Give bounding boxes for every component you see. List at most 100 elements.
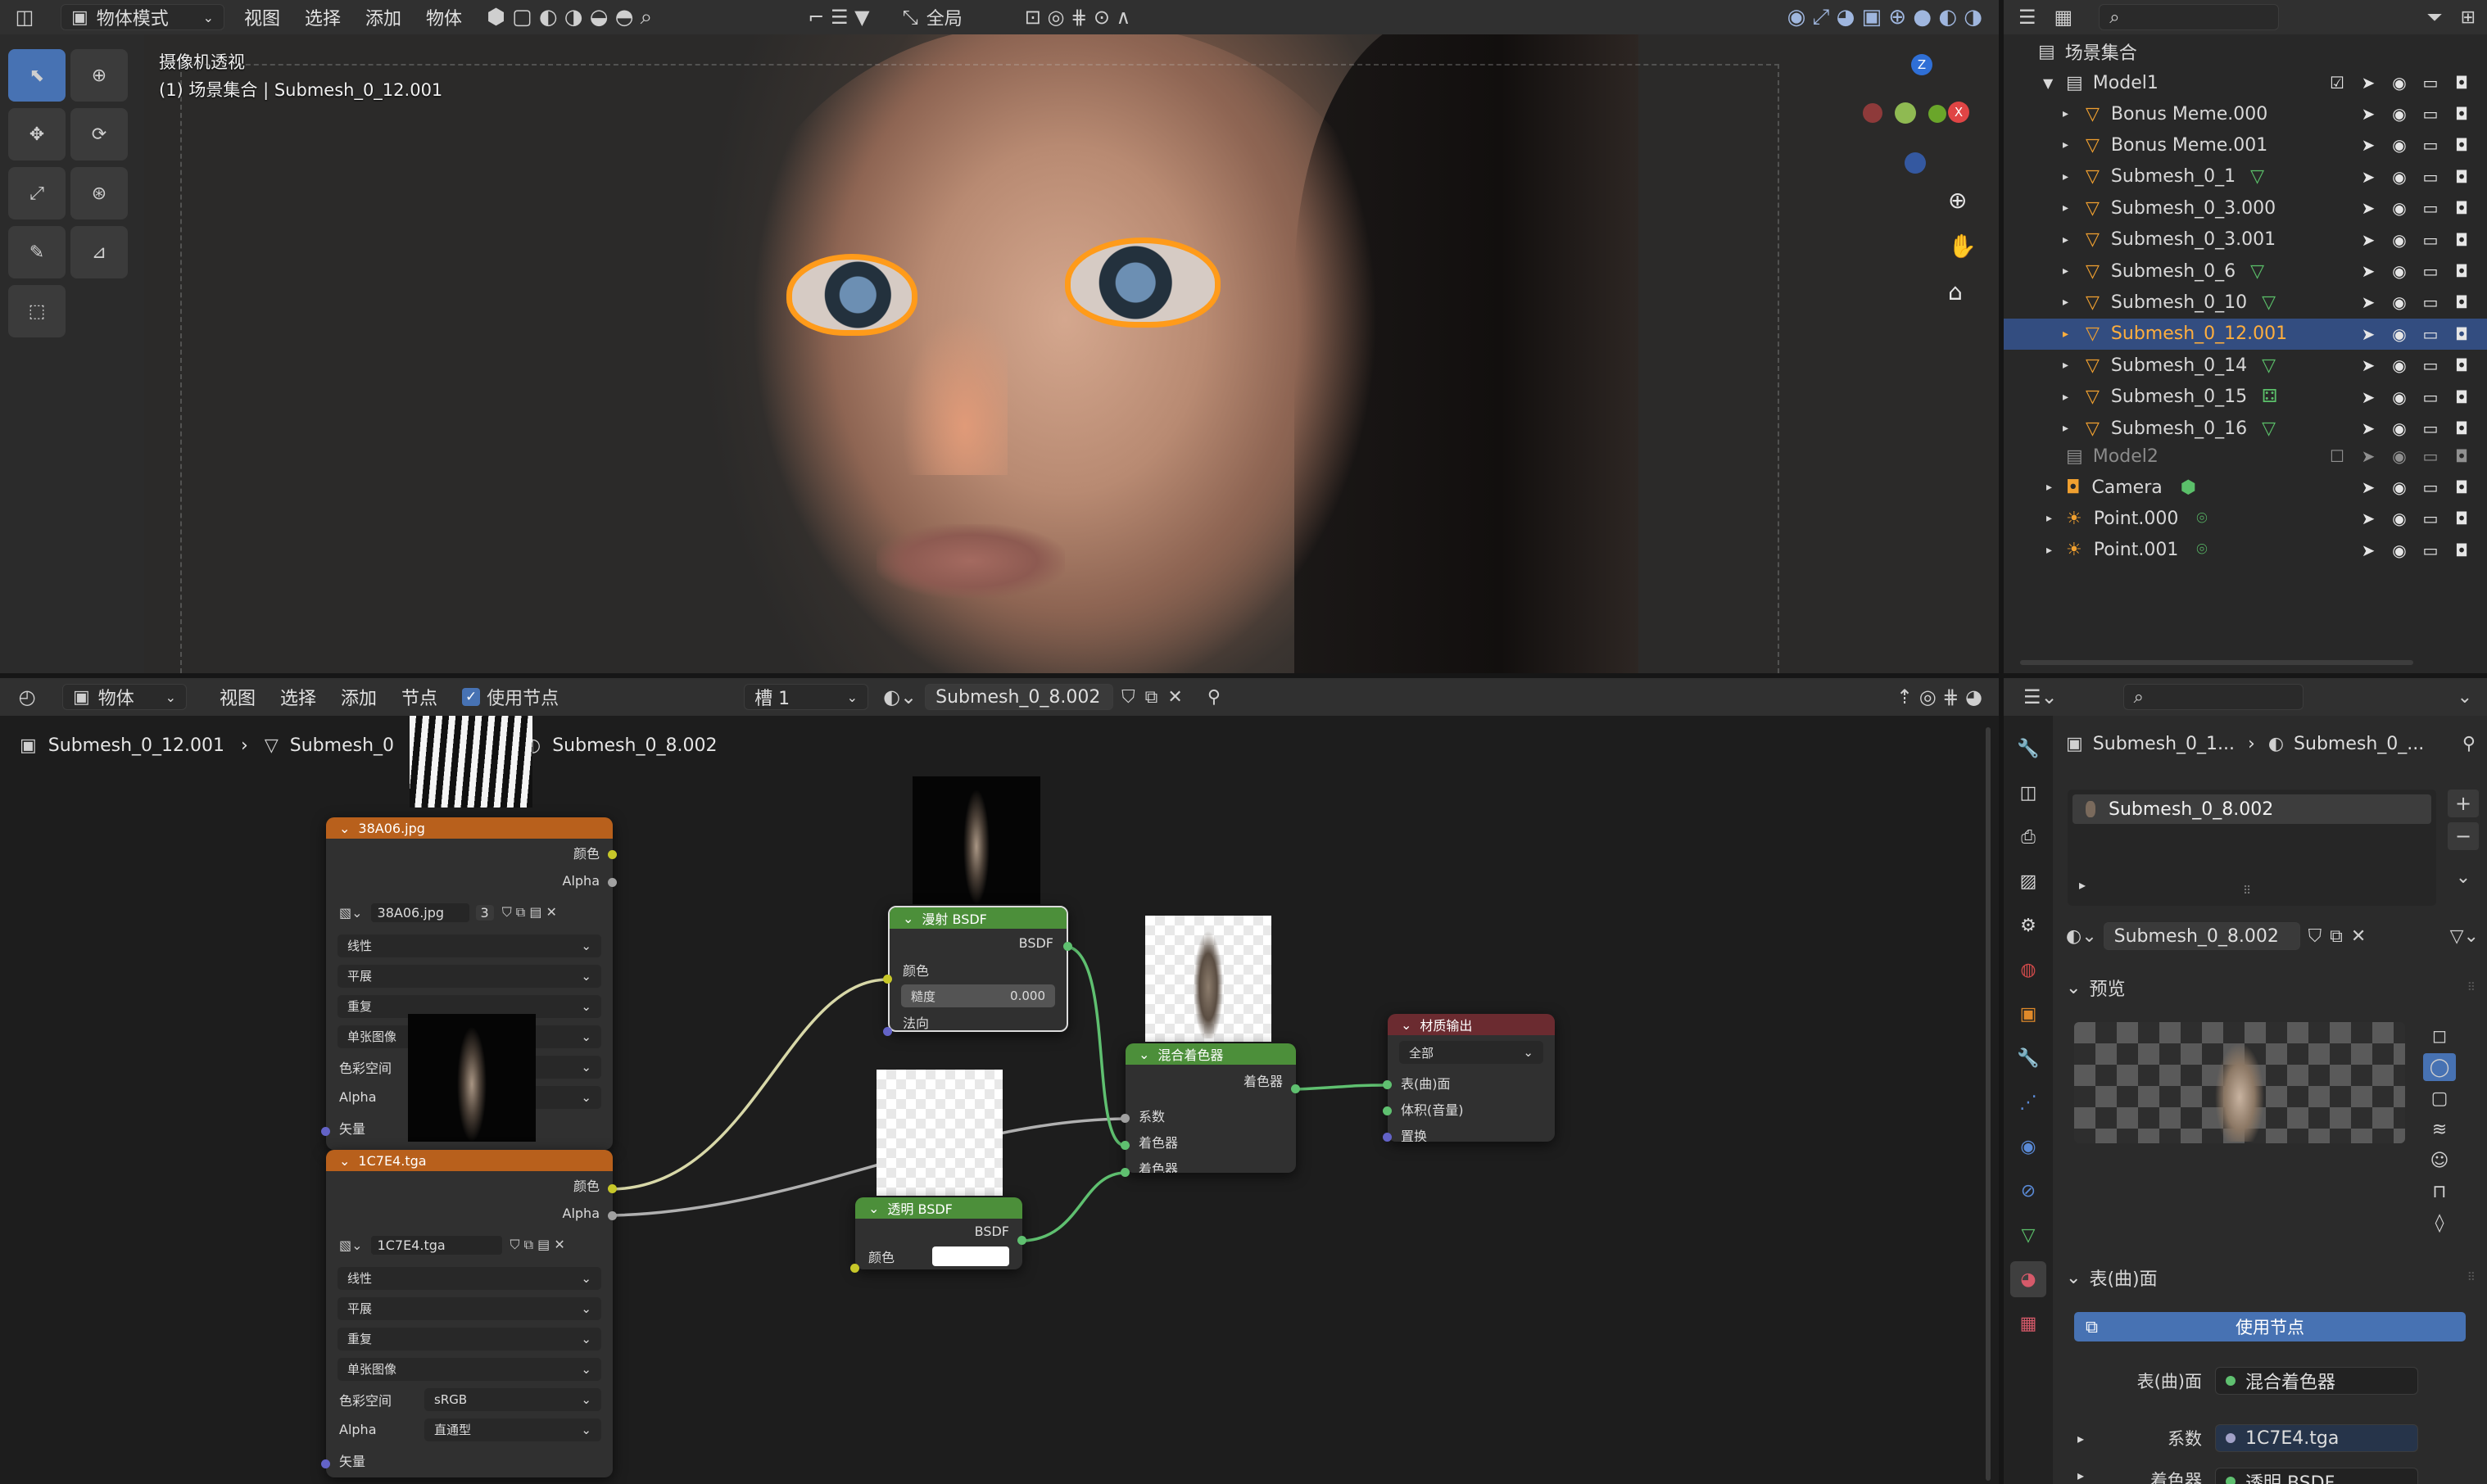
render-camera-icon[interactable]: ◘ [2451, 419, 2472, 438]
outliner-object[interactable]: ▸ ☀ Point.001 ⌾ ➤ ◉ ▭ ◘ [2004, 535, 2487, 566]
preview-flat-icon[interactable]: ◻ [2423, 1022, 2456, 1050]
shader-input-field[interactable]: 透明 BSDF [2215, 1468, 2418, 1484]
socket-img1-alpha[interactable] [608, 878, 617, 887]
visibility-toggles[interactable]: ☑ ➤ ◉ ▭ ◘ [2326, 67, 2487, 98]
node-actions-icons[interactable]: ⛉ ⧉ ▤ ✕ [510, 1237, 565, 1253]
monitor-icon[interactable]: ▭ [2420, 324, 2441, 344]
node-transparent-bsdf[interactable]: ⌄ 透明 BSDF BSDF 颜色 [855, 1197, 1022, 1269]
socket-img2-color[interactable] [608, 1184, 617, 1193]
visibility-toggles[interactable]: ➤ ◉ ▭ ◘ [2358, 192, 2487, 224]
texture-tab-icon[interactable]: ▦ [2010, 1305, 2046, 1341]
pin-icon[interactable]: ⚲ [2462, 734, 2476, 754]
axis-neg-y[interactable] [1895, 102, 1916, 124]
material-slot-item[interactable]: Submesh_0_8.002 [2072, 794, 2431, 824]
editor-type-icon[interactable]: ◫ [0, 6, 49, 29]
visibility-toggles[interactable]: ➤ ◉ ▭ ◘ [2358, 535, 2487, 566]
image-browse-icon[interactable]: ▧⌄ [339, 905, 363, 921]
display-mode-icon[interactable]: ▦ [2054, 6, 2073, 29]
node-mix-shader[interactable]: ⌄ 混合着色器 着色器 系数 着色器 着色器 [1126, 1043, 1296, 1173]
outliner-object[interactable]: ▸ ◘ Camera ⬢ ➤ ◉ ▭ ◘ [2004, 472, 2487, 503]
colorspace-dropdown[interactable]: sRGB ⌄ [424, 1387, 601, 1411]
visibility-toggles[interactable]: ➤ ◉ ▭ ◘ [2358, 350, 2487, 381]
select-arrow-icon[interactable]: ➤ [2358, 419, 2379, 438]
eye-icon[interactable]: ◉ [2389, 292, 2410, 312]
transform-orientation[interactable]: 全局 [926, 4, 1025, 30]
monitor-icon[interactable]: ▭ [2420, 167, 2441, 187]
measure-tool[interactable]: ⊿ [70, 226, 128, 278]
node-header[interactable]: ⌄ 38A06.jpg [326, 817, 613, 839]
socket-img1-vector[interactable] [321, 1127, 330, 1136]
outliner-item[interactable]: ▸ ▽ Bonus Meme.000 ➤ ◉ ▭ ◘ [2004, 98, 2487, 129]
render-camera-icon[interactable]: ◘ [2451, 292, 2472, 312]
eye-icon[interactable]: ◉ [2389, 198, 2410, 218]
expand-arrow-icon[interactable]: ▸ [2063, 233, 2086, 247]
visibility-toggles[interactable]: ➤ ◉ ▭ ◘ [2358, 319, 2487, 350]
preview-cube-icon[interactable]: ▢ [2423, 1084, 2456, 1112]
select-arrow-icon[interactable]: ➤ [2358, 135, 2379, 155]
select-arrow-icon[interactable]: ➤ [2358, 104, 2379, 124]
expand-arrow-icon[interactable]: ▸ [2063, 170, 2086, 183]
tool-tab-icon[interactable]: 🔧 [2010, 731, 2046, 767]
mesh-data-icon[interactable]: ▽ [2250, 166, 2264, 187]
use-nodes-button[interactable]: ⧉ 使用节点 [2074, 1312, 2466, 1341]
axis-z[interactable]: Z [1911, 54, 1932, 75]
node-editor[interactable]: ◴ ▣ 物体 ⌄ 视图 选择 添加 节点 ✓ 使用节点 槽 1 ⌄ ◐⌄ Sub… [0, 678, 1999, 1484]
transform-tool[interactable]: ⊛ [70, 167, 128, 219]
mesh-data-icon[interactable]: ▽ [2250, 261, 2264, 282]
overlay-icons[interactable]: ◉ ⤢ ◕ ▣ ⊕ ● ◐ ◑ [1787, 5, 1982, 30]
target-dropdown[interactable]: 全部 ⌄ [1399, 1041, 1543, 1064]
visibility-toggles[interactable]: ☐ ➤ ◉ ▭ ◘ [2326, 441, 2487, 472]
visibility-toggles[interactable]: ➤ ◉ ▭ ◘ [2358, 472, 2487, 503]
image-browse-icon[interactable]: ▧⌄ [339, 1237, 363, 1253]
light-data-icon[interactable]: ⌾ [2196, 509, 2207, 529]
monitor-icon[interactable]: ▭ [2420, 509, 2441, 528]
mode-dropdown[interactable]: ▣ 物体模式 ⌄ [61, 4, 224, 30]
visibility-toggles[interactable]: ➤ ◉ ▭ ◘ [2358, 413, 2487, 444]
eye-icon[interactable]: ◉ [2389, 261, 2410, 281]
render-camera-icon[interactable]: ◘ [2451, 446, 2472, 466]
visibility-toggles[interactable]: ➤ ◉ ▭ ◘ [2358, 129, 2487, 161]
preview-panel-header[interactable]: ⌄ 预览 ⠿ [2066, 975, 2476, 1001]
monitor-icon[interactable]: ▭ [2420, 477, 2441, 497]
eye-icon[interactable]: ◉ [2389, 324, 2410, 344]
camera-view-icon[interactable]: ⌂ [1948, 278, 1963, 305]
outliner-item[interactable]: ▸ ▽ Submesh_0_3.001 ➤ ◉ ▭ ◘ [2004, 224, 2487, 256]
projection-dropdown[interactable]: 平展 ⌄ [337, 1296, 601, 1320]
expand-arrow-icon[interactable]: ▸ [2063, 296, 2086, 309]
visibility-toggles[interactable]: ➤ ◉ ▭ ◘ [2358, 161, 2487, 192]
outliner-item[interactable]: ▸ ▽ Submesh_0_14 ▽ ➤ ◉ ▭ ◘ [2004, 350, 2487, 381]
socket-output-volume[interactable] [1383, 1106, 1392, 1115]
expand-arrow-icon[interactable]: ▸ [2063, 265, 2086, 278]
outliner-scrollbar[interactable] [2020, 660, 2413, 665]
select-arrow-icon[interactable]: ➤ [2358, 355, 2379, 375]
material-browse-icon[interactable]: ◐⌄ [2066, 926, 2097, 947]
source-dropdown[interactable]: 单张图像 ⌄ [337, 1357, 601, 1381]
render-camera-icon[interactable]: ◘ [2451, 324, 2472, 344]
axis-y[interactable] [1928, 105, 1946, 123]
world-tab-icon[interactable]: ◍ [2010, 952, 2046, 988]
expand-arrow-icon[interactable]: ▸ [2046, 481, 2066, 494]
outliner-object[interactable]: ▸ ☀ Point.000 ⌾ ➤ ◉ ▭ ◘ [2004, 503, 2487, 534]
select-arrow-icon[interactable]: ➤ [2358, 73, 2379, 93]
eye-icon[interactable]: ◉ [2389, 167, 2410, 187]
render-camera-icon[interactable]: ◘ [2451, 167, 2472, 187]
fac-input-field[interactable]: 1C7E4.tga [2215, 1424, 2418, 1452]
select-arrow-icon[interactable]: ➤ [2358, 324, 2379, 344]
render-camera-icon[interactable]: ◘ [2451, 477, 2472, 497]
scene-tab-icon[interactable]: ⚙ [2010, 907, 2046, 943]
node-header[interactable]: ⌄ 漫射 BSDF [890, 907, 1067, 929]
node-header[interactable]: ⌄ 透明 BSDF [855, 1197, 1022, 1219]
particles-tab-icon[interactable]: ⋰ [2010, 1084, 2046, 1120]
viewport-3d[interactable]: ◫ ▣ 物体模式 ⌄ 视图 选择 添加 物体 ⬢ ▢ ◐ ◑ ◒ ◓ ⌕ ⌐ ☰… [0, 0, 1999, 673]
material-name-field[interactable]: Submesh_0_8.002 [2103, 922, 2300, 950]
select-box-tool[interactable]: ⬉ [8, 49, 66, 102]
monitor-icon[interactable]: ▭ [2420, 355, 2441, 375]
duplicate-icon[interactable]: ⧉ [2330, 926, 2343, 947]
light-data-icon[interactable]: ⌾ [2196, 540, 2207, 560]
visibility-toggles[interactable]: ➤ ◉ ▭ ◘ [2358, 382, 2487, 413]
add-slot-icon[interactable]: + [2448, 790, 2479, 817]
monitor-icon[interactable]: ▭ [2420, 261, 2441, 281]
socket-transparent-out[interactable] [1017, 1236, 1026, 1245]
monitor-icon[interactable]: ▭ [2420, 419, 2441, 438]
node-diffuse-bsdf[interactable]: ⌄ 漫射 BSDF BSDF 颜色 糙度 0.000 法向 [888, 906, 1068, 1032]
